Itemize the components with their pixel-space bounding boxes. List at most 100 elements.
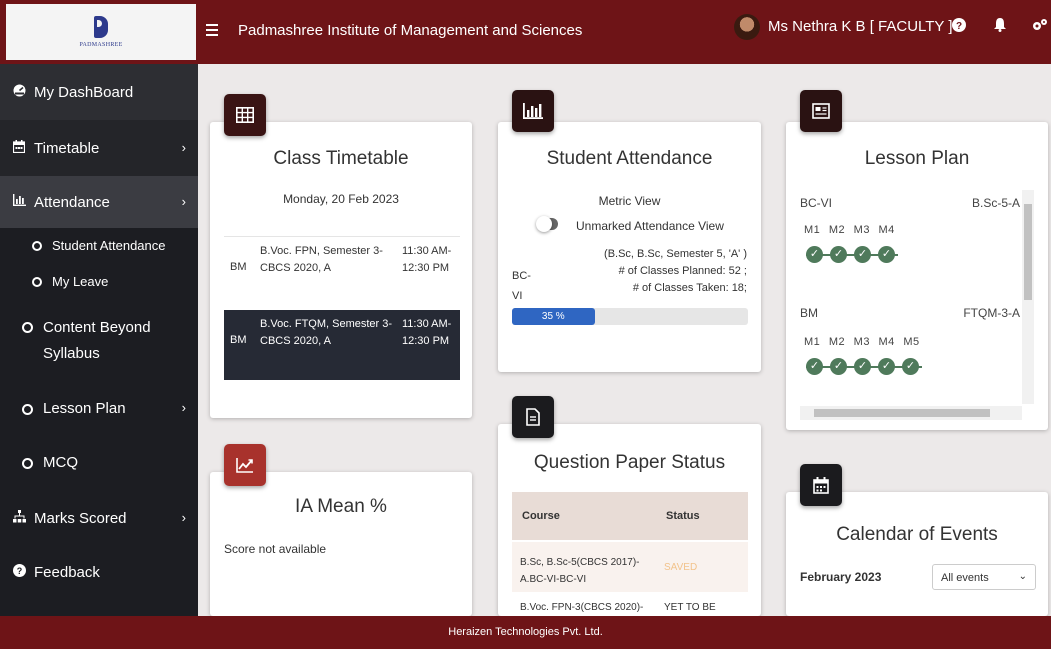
sidebar-subitem-student-attendance[interactable]: Student Attendance (0, 238, 198, 253)
bell-icon[interactable] (994, 18, 1006, 36)
lp-modules: M1 M2 M3 M4 (804, 224, 895, 236)
dashboard-icon (12, 84, 26, 100)
sidebar-item-content-beyond-syllabus[interactable]: Content Beyond Syllabus (0, 318, 198, 378)
qp-course: B.Sc, B.Sc-5(CBCS 2017)-A.BC-VI-BC-VI (520, 557, 640, 585)
chevron-right-icon: › (181, 400, 186, 415)
calendar-month: February 2023 (800, 570, 882, 584)
sidebar-item-label: My Leave (52, 274, 109, 289)
view-toggle-switch[interactable] (536, 216, 558, 232)
sidebar-item-label: Feedback (34, 564, 100, 581)
circle-bullet-icon (32, 276, 42, 287)
sidebar-item-feedback[interactable]: ? Feedback (0, 564, 198, 594)
bar-chart-icon (512, 90, 554, 132)
sidebar-item-mcq[interactable]: MCQ (0, 454, 198, 484)
bar-chart-icon (12, 194, 26, 209)
circle-bullet-icon (32, 240, 42, 251)
qp-table-row[interactable]: B.Voc. FPN-3(CBCS 2020)- YET TO BE (512, 594, 748, 616)
card-title: Student Attendance (546, 148, 713, 169)
events-filter-select[interactable]: All events ⌄ (932, 564, 1036, 590)
attendance-progress-track: 35 % (512, 308, 748, 325)
logo-text: PADMASHREE (79, 42, 123, 48)
vertical-scrollbar[interactable] (1022, 190, 1034, 404)
timetable-course: B.Voc. FTQM, Semester 3- CBCS 2020, A (260, 318, 393, 347)
sidebar-item-timetable[interactable]: Timetable › (0, 120, 198, 176)
sidebar-item-label: MCQ (43, 454, 78, 471)
qp-table-row[interactable]: B.Sc, B.Sc-5(CBCS 2017)-A.BC-VI-BC-VI SA… (512, 542, 748, 592)
timetable-code: BM (230, 334, 247, 346)
qp-course: B.Voc. FPN-3(CBCS 2020)- (520, 602, 644, 613)
calendar-icon (12, 140, 26, 156)
lp-module-check-icon: ✓ (854, 246, 871, 263)
attendance-class-label: BC-VI (512, 270, 531, 302)
timetable-row[interactable]: BM B.Voc. FPN, Semester 3- CBCS 2020, A … (224, 236, 460, 304)
scrollbar-thumb[interactable] (814, 409, 990, 417)
scrollbar-thumb[interactable] (1024, 204, 1032, 300)
progress-label: 35 % (541, 311, 565, 322)
newspaper-icon (800, 90, 842, 132)
timetable-time: 11:30 AM-12:30 PM (402, 318, 452, 347)
sidebar-item-label: Content Beyond Syllabus (43, 319, 151, 362)
class-timetable-card: Class Timetable Monday, 20 Feb 2023 BM B… (210, 122, 472, 418)
chevron-down-icon: ⌄ (1018, 571, 1027, 582)
lp-module-check-icon: ✓ (806, 358, 823, 375)
sidebar-item-dashboard[interactable]: My DashBoard (0, 64, 198, 120)
horizontal-scrollbar[interactable] (800, 406, 1022, 420)
unmarked-view-label: Unmarked Attendance View (576, 219, 724, 233)
lp-class: B.Sc-5-A (971, 196, 1020, 210)
trend-chart-icon (224, 444, 266, 486)
lp-modules: M1 M2 M3 M4 M5 (804, 336, 920, 348)
sidebar-item-label: Timetable (34, 140, 100, 157)
sitemap-icon (12, 510, 26, 526)
card-title: Calendar of Events (836, 524, 998, 545)
help-icon[interactable]: ? (952, 18, 966, 36)
question-icon: ? (12, 564, 26, 580)
lp-module-check-icon: ✓ (830, 246, 847, 263)
lp-module-check-icon: ✓ (806, 246, 823, 263)
sidebar-item-lesson-plan[interactable]: Lesson Plan › (0, 400, 198, 430)
lp-module-check-icon: ✓ (854, 358, 871, 375)
sidebar-item-marks-scored[interactable]: Marks Scored › (0, 510, 198, 540)
chevron-right-icon: › (181, 140, 186, 155)
chevron-right-icon: › (181, 194, 186, 209)
timetable-date: Monday, 20 Feb 2023 (283, 192, 399, 206)
ia-mean-card: IA Mean % Score not available (210, 472, 472, 616)
sidebar-item-label: Marks Scored (34, 510, 127, 527)
institute-title: Padmashree Institute of Management and S… (238, 22, 583, 39)
logo-mark-icon (94, 16, 108, 38)
sidebar: My DashBoard Timetable › Attendance › St… (0, 64, 198, 616)
table-grid-icon (224, 94, 266, 136)
calendar-icon (800, 464, 842, 506)
student-attendance-card: Student Attendance Metric View Unmarked … (498, 122, 761, 372)
user-avatar[interactable] (734, 14, 760, 40)
circle-bullet-icon (22, 404, 33, 415)
classes-taken: # of Classes Taken: 18; (632, 282, 747, 294)
timetable-course: B.Voc. FPN, Semester 3- CBCS 2020, A (260, 245, 383, 274)
sidebar-item-label: Lesson Plan (43, 400, 126, 417)
sidebar-item-attendance[interactable]: Attendance › (0, 176, 198, 228)
attendance-progress-fill: 35 % (512, 308, 595, 325)
qp-table-header: Course Status (512, 492, 748, 540)
sidebar-item-label: Attendance (34, 194, 110, 211)
timetable-code: BM (230, 261, 247, 273)
metric-view-label: Metric View (598, 194, 661, 208)
settings-icon[interactable] (1032, 18, 1048, 36)
lp-class: FTQM-3-A (963, 306, 1020, 320)
lesson-plan-scroll-area[interactable]: BC-VI B.Sc-5-A M1 M2 M3 M4 ✓ ✓ ✓ ✓ BM FTQM-… (800, 190, 1034, 420)
hamburger-menu-icon[interactable] (206, 24, 218, 36)
sidebar-subitem-my-leave[interactable]: My Leave (0, 274, 198, 289)
footer-text: Heraizen Technologies Pvt. Ltd. (448, 626, 603, 638)
lp-module-check-icon: ✓ (902, 358, 919, 375)
lp-module-check-icon: ✓ (830, 358, 847, 375)
institute-logo[interactable]: PADMASHREE (6, 4, 196, 60)
card-title: Class Timetable (273, 148, 409, 169)
question-paper-card: Question Paper Status Course Status B.Sc… (498, 424, 761, 616)
top-header: PADMASHREE Padmashree Institute of Manag… (0, 0, 1051, 64)
sidebar-item-label: My DashBoard (34, 84, 134, 101)
timetable-row-active[interactable]: BM B.Voc. FTQM, Semester 3- CBCS 2020, A… (224, 310, 460, 380)
user-name[interactable]: Ms Nethra K B [ FACULTY ] (768, 18, 953, 35)
sidebar-item-label: Student Attendance (52, 238, 166, 253)
card-title: IA Mean % (295, 496, 387, 517)
qp-status: YET TO BE (664, 602, 716, 613)
qp-col-course: Course (522, 510, 560, 522)
classes-planned: # of Classes Planned: 52 ; (618, 265, 747, 277)
